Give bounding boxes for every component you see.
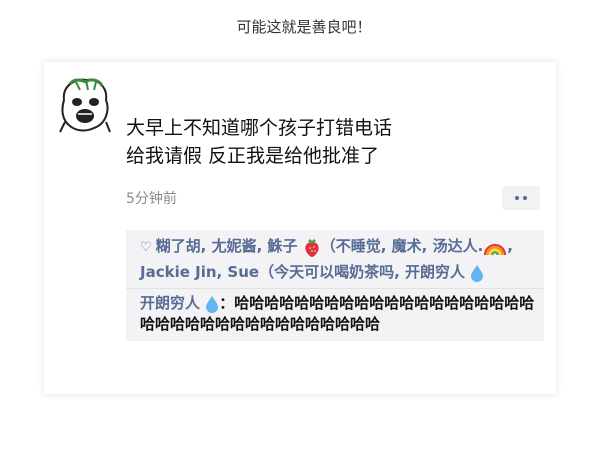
user-avatar[interactable] [56,76,114,136]
comment[interactable]: 开朗穷人 ：哈哈哈哈哈哈哈哈哈哈哈哈哈哈哈哈哈哈哈哈哈哈哈哈哈哈哈哈哈哈哈哈哈哈… [126,289,544,341]
post-line: 大早上不知道哪个孩子打错电话 [126,117,393,139]
strawberry-icon [305,238,319,257]
dot-icon [515,196,519,200]
moments-post-card: 大早上不知道哪个孩子打错电话 给我请假 反正我是给他批准了 5分钟前 ♡ 糊了胡,… [44,62,556,394]
like-names[interactable]: （不睡觉, 魔术, 汤达人. [321,237,484,255]
post-text: 大早上不知道哪个孩子打错电话 给我请假 反正我是给他批准了 [126,114,392,170]
like-names[interactable]: 糊了胡, 尢妮酱, 鮢子 [156,237,298,255]
avatar-cartoon-icon [59,78,111,133]
more-options-button[interactable] [502,186,540,210]
post-time: 5分钟前 [126,191,177,207]
likes-comments-panel: ♡ 糊了胡, 尢妮酱, 鮢子 （不睡觉, 魔术, 汤达人. , Jackie Ji… [126,230,544,341]
heart-outline-icon: ♡ [140,240,152,255]
comment-separator: ： [219,294,235,312]
top-caption: 可能这就是善良吧！ [236,18,372,36]
dot-icon [523,196,527,200]
comment-text: 哈哈哈哈哈哈哈哈哈哈哈哈哈哈哈哈哈哈哈哈哈哈哈哈哈哈哈哈哈哈哈哈哈哈哈哈 [140,294,535,333]
rainbow-icon [484,243,507,255]
water-drop-icon [471,264,484,282]
water-drop-icon [206,295,219,313]
likes-list: ♡ 糊了胡, 尢妮酱, 鮢子 （不睡觉, 魔术, 汤达人. , Jackie Ji… [126,230,544,288]
comment-author[interactable]: 开朗穷人 [140,294,200,312]
post-line: 给我请假 反正我是给他批准了 [126,145,380,167]
